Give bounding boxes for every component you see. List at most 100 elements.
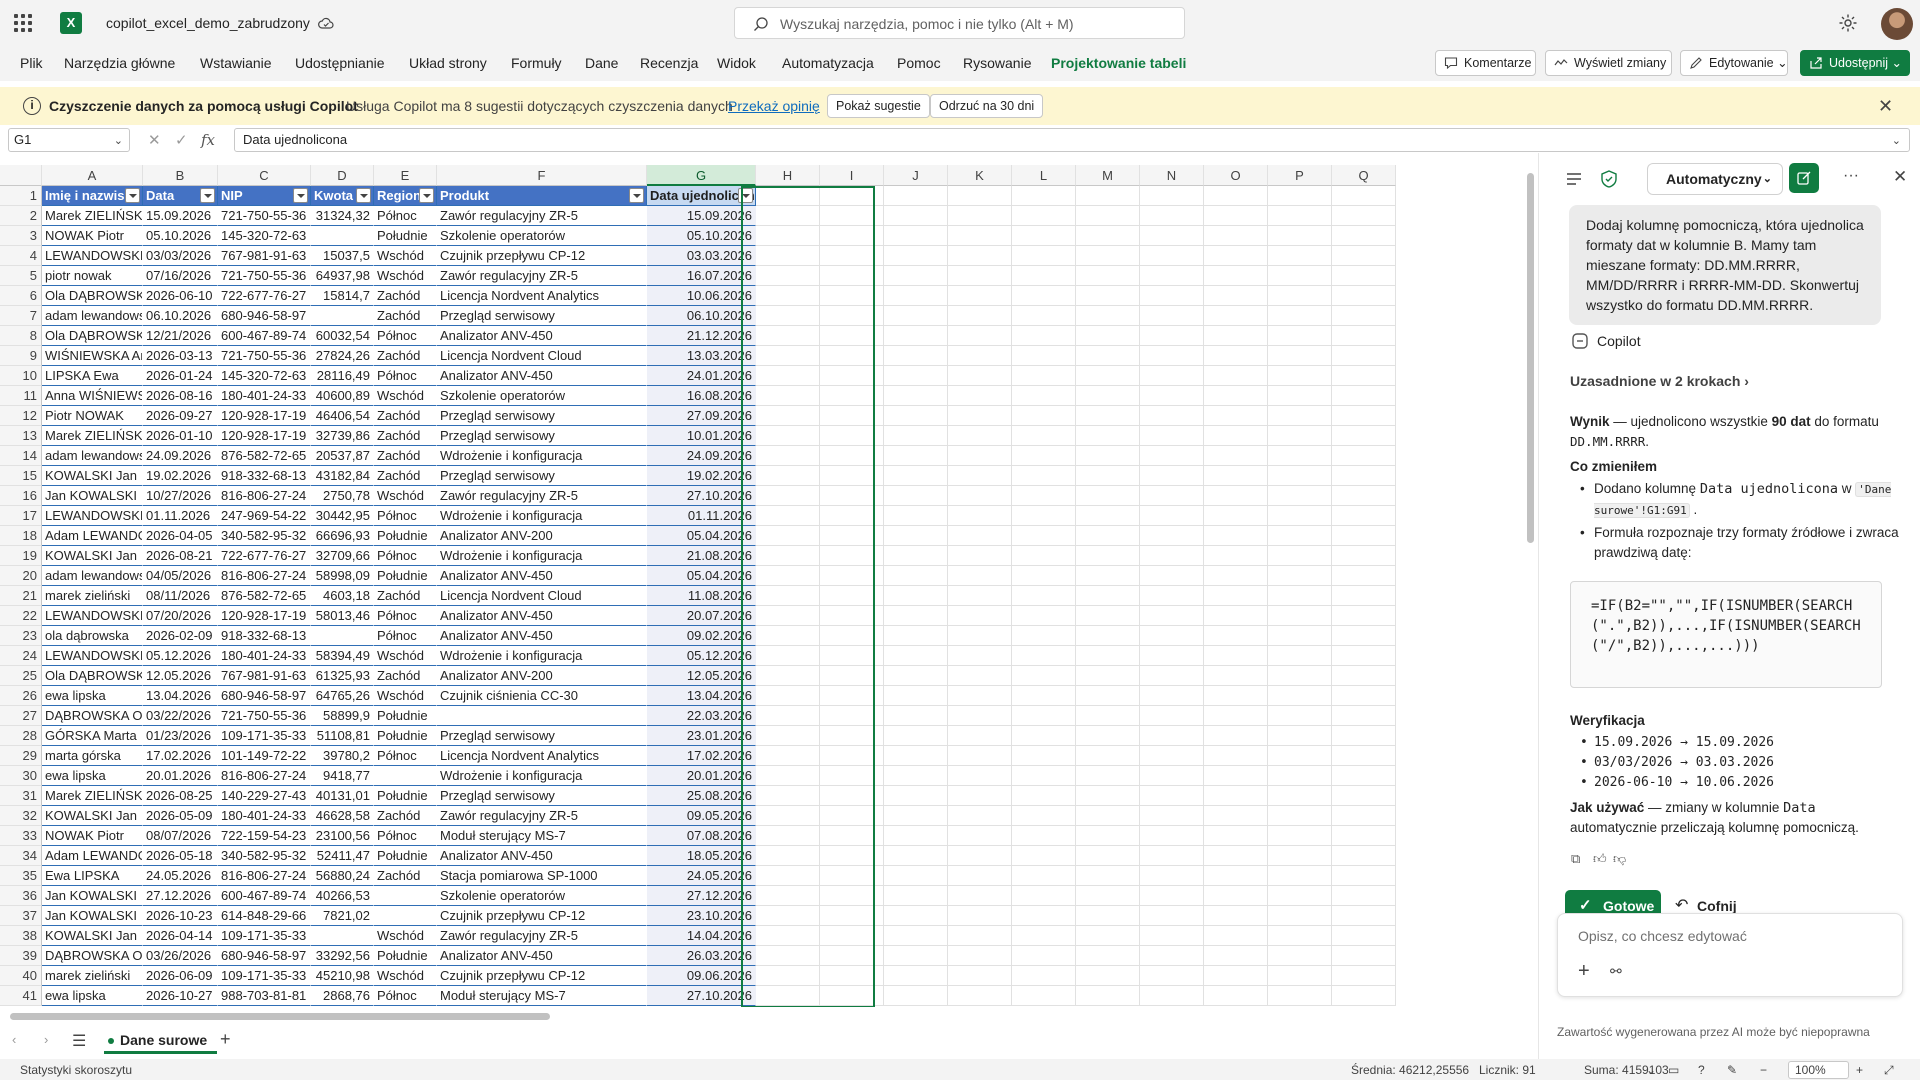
cell-a25[interactable]: Ola DĄBROWSKA <box>42 666 143 686</box>
cell-i1[interactable] <box>820 186 884 206</box>
insert-function-icon[interactable]: fx <box>201 131 215 149</box>
cell-f22[interactable]: Analizator ANV-450 <box>437 606 647 626</box>
cell-o14[interactable] <box>1204 446 1268 466</box>
cell-m28[interactable] <box>1076 726 1140 746</box>
cell-o10[interactable] <box>1204 366 1268 386</box>
cell-p3[interactable] <box>1268 226 1332 246</box>
cell-a33[interactable]: NOWAK Piotr <box>42 826 143 846</box>
cell-h37[interactable] <box>756 906 820 926</box>
cell-b5[interactable]: 07/16/2026 <box>143 266 218 286</box>
horizontal-scrollbar[interactable] <box>0 1009 1523 1023</box>
cell-e12[interactable]: Zachód <box>374 406 437 426</box>
cell-m40[interactable] <box>1076 966 1140 986</box>
row-number[interactable]: 18 <box>0 526 42 546</box>
fullscreen-icon[interactable]: ⤢ <box>1884 1063 1894 1078</box>
cell-p1[interactable] <box>1268 186 1332 206</box>
cell-p7[interactable] <box>1268 306 1332 326</box>
cell-k16[interactable] <box>948 486 1012 506</box>
cell-n39[interactable] <box>1140 946 1204 966</box>
tab-help[interactable]: Pomoc <box>897 55 941 71</box>
cell-g24[interactable]: 05.12.2026 <box>647 646 756 666</box>
cell-l26[interactable] <box>1012 686 1076 706</box>
cell-l41[interactable] <box>1012 986 1076 1006</box>
thumbs-down-icon[interactable]: 👎︎ <box>1613 851 1626 867</box>
cell-m41[interactable] <box>1076 986 1140 1006</box>
cell-b39[interactable]: 03/26/2026 <box>143 946 218 966</box>
cell-f33[interactable]: Moduł sterujący MS-7 <box>437 826 647 846</box>
cell-c16[interactable]: 816-806-27-24 <box>218 486 311 506</box>
cell-h29[interactable] <box>756 746 820 766</box>
cell-k13[interactable] <box>948 426 1012 446</box>
cell-i28[interactable] <box>820 726 884 746</box>
column-header-f[interactable]: F <box>437 165 647 186</box>
cell-f19[interactable]: Wdrożenie i konfiguracja <box>437 546 647 566</box>
cell-b23[interactable]: 2026-02-09 <box>143 626 218 646</box>
cell-e29[interactable]: Północ <box>374 746 437 766</box>
row-number[interactable]: 15 <box>0 466 42 486</box>
cell-n26[interactable] <box>1140 686 1204 706</box>
cell-h15[interactable] <box>756 466 820 486</box>
cell-n29[interactable] <box>1140 746 1204 766</box>
vertical-scrollbar[interactable] <box>1525 165 1537 1007</box>
column-header-h[interactable]: H <box>756 165 820 186</box>
column-header-g[interactable]: G <box>647 165 756 186</box>
cell-g12[interactable]: 27.09.2026 <box>647 406 756 426</box>
cell-o2[interactable] <box>1204 206 1268 226</box>
cell-a21[interactable]: marek zieliński <box>42 586 143 606</box>
cell-l5[interactable] <box>1012 266 1076 286</box>
grounded-steps-link[interactable]: Uzasadnione w 2 krokach › <box>1570 373 1749 389</box>
cell-k22[interactable] <box>948 606 1012 626</box>
cell-m22[interactable] <box>1076 606 1140 626</box>
cell-h5[interactable] <box>756 266 820 286</box>
cell-b24[interactable]: 05.12.2026 <box>143 646 218 666</box>
cell-i37[interactable] <box>820 906 884 926</box>
cell-j7[interactable] <box>884 306 948 326</box>
cell-k30[interactable] <box>948 766 1012 786</box>
cell-f10[interactable]: Analizator ANV-450 <box>437 366 647 386</box>
row-number[interactable]: 5 <box>0 266 42 286</box>
column-header-d[interactable]: D <box>311 165 374 186</box>
cell-g38[interactable]: 14.04.2026 <box>647 926 756 946</box>
cell-g14[interactable]: 24.09.2026 <box>647 446 756 466</box>
cell-e31[interactable]: Południe <box>374 786 437 806</box>
cell-j23[interactable] <box>884 626 948 646</box>
cell-k8[interactable] <box>948 326 1012 346</box>
cell-q22[interactable] <box>1332 606 1396 626</box>
cell-n18[interactable] <box>1140 526 1204 546</box>
cell-d41[interactable]: 2868,76 <box>311 986 374 1006</box>
cell-m4[interactable] <box>1076 246 1140 266</box>
cell-n11[interactable] <box>1140 386 1204 406</box>
cell-p6[interactable] <box>1268 286 1332 306</box>
cell-c37[interactable]: 614-848-29-66 <box>218 906 311 926</box>
cell-d13[interactable]: 32739,86 <box>311 426 374 446</box>
cell-l3[interactable] <box>1012 226 1076 246</box>
cell-j20[interactable] <box>884 566 948 586</box>
cell-d17[interactable]: 30442,95 <box>311 506 374 526</box>
cell-m7[interactable] <box>1076 306 1140 326</box>
cell-q17[interactable] <box>1332 506 1396 526</box>
cell-d28[interactable]: 51108,81 <box>311 726 374 746</box>
cell-a29[interactable]: marta górska <box>42 746 143 766</box>
cell-f25[interactable]: Analizator ANV-200 <box>437 666 647 686</box>
row-number[interactable]: 28 <box>0 726 42 746</box>
cell-d33[interactable]: 23100,56 <box>311 826 374 846</box>
cell-a1[interactable]: Imię i nazwisko <box>42 186 143 206</box>
cell-f27[interactable] <box>437 706 647 726</box>
cell-k23[interactable] <box>948 626 1012 646</box>
cell-q40[interactable] <box>1332 966 1396 986</box>
cell-g22[interactable]: 20.07.2026 <box>647 606 756 626</box>
cell-j12[interactable] <box>884 406 948 426</box>
help-icon[interactable]: ? <box>1698 1063 1705 1077</box>
cell-k39[interactable] <box>948 946 1012 966</box>
cell-p26[interactable] <box>1268 686 1332 706</box>
prompt-input[interactable]: Opisz, co chcesz edytować <box>1578 928 1747 944</box>
cell-f6[interactable]: Licencja Nordvent Analytics <box>437 286 647 306</box>
cell-b7[interactable]: 06.10.2026 <box>143 306 218 326</box>
cell-o21[interactable] <box>1204 586 1268 606</box>
cell-g3[interactable]: 05.10.2026 <box>647 226 756 246</box>
cell-k19[interactable] <box>948 546 1012 566</box>
cell-p41[interactable] <box>1268 986 1332 1006</box>
cell-b10[interactable]: 2026-01-24 <box>143 366 218 386</box>
cell-e32[interactable]: Zachód <box>374 806 437 826</box>
cell-a40[interactable]: marek zieliński <box>42 966 143 986</box>
